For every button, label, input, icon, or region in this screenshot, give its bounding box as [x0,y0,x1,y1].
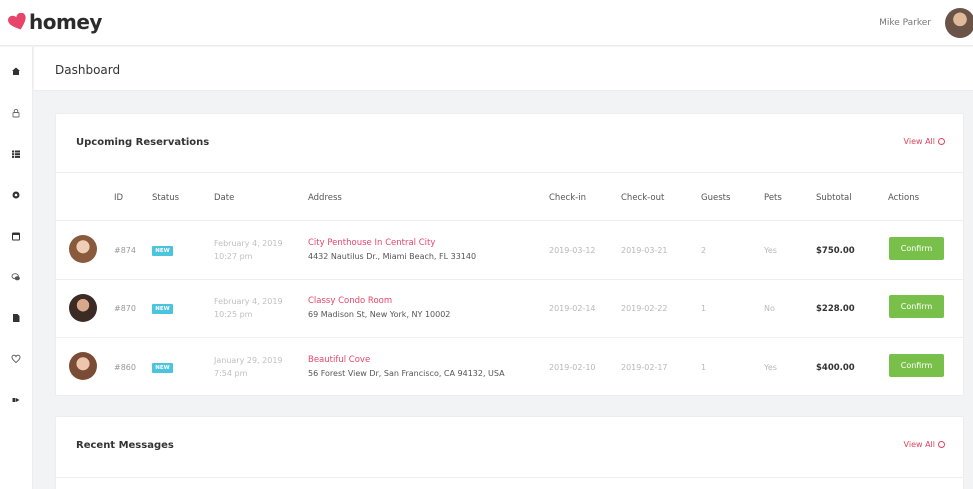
messages-view-all-link[interactable]: View All [904,440,945,449]
col-header-id: ID [114,193,124,203]
status-badge: NEW [152,304,173,314]
subtotal-value: $750.00 [816,246,855,256]
reservation-id: #870 [114,304,136,313]
date-line: February 4, 2019 [214,297,283,306]
col-header-checkout: Check-out [621,193,665,203]
address-line: 56 Forest View Dr, San Francisco, CA 941… [308,369,505,378]
reservation-date: February 4, 2019 10:25 pm [214,295,283,321]
col-header-actions: Actions [888,193,920,203]
heart-logo-icon [8,13,26,30]
list-icon [12,150,20,158]
reservation-address: City Penthouse In Central City 4432 Naut… [308,236,476,264]
reservations-title: Upcoming Reservations [76,137,210,148]
sidebar-item-home[interactable] [8,63,24,79]
time-line: 10:27 pm [214,252,253,261]
col-header-status: Status [152,193,180,203]
pets-value: No [764,304,775,313]
date-line: February 4, 2019 [214,239,283,248]
address-line: 4432 Nautilus Dr., Miami Beach, FL 33140 [308,252,477,261]
logout-icon [12,398,20,402]
calendar-icon [12,232,20,241]
checkin-date: 2019-02-10 [549,363,596,372]
checkout-date: 2019-02-22 [621,304,668,313]
table-row: #874 NEW February 4, 2019 10:27 pm City … [56,221,963,279]
sidebar-item-favorites[interactable] [8,351,24,367]
reservation-id: #874 [114,246,136,255]
col-header-subtotal: Subtotal [816,193,852,203]
reservation-id: #860 [114,363,136,372]
checkin-date: 2019-03-12 [549,246,596,255]
view-all-label: View All [903,440,935,449]
sidebar-item-calendar[interactable] [8,228,24,244]
user-menu[interactable]: Mike Parker [879,8,973,38]
col-header-checkin: Check-in [549,193,586,203]
guest-avatar [69,352,97,380]
messages-icon [11,273,20,281]
status-badge: NEW [152,363,173,373]
page-header: Dashboard [34,47,973,91]
status-badge: NEW [152,246,173,256]
guests-count: 2 [701,246,707,255]
logo-text: homey [29,10,102,34]
subtotal-value: $228.00 [816,304,855,314]
heart-icon [11,354,21,364]
messages-title: Recent Messages [76,440,174,451]
guest-avatar [69,294,97,322]
sidebar-item-list[interactable] [8,146,24,162]
col-header-guests: Guests [701,193,731,203]
col-header-pets: Pets [764,193,782,203]
confirm-button[interactable]: Confirm [889,295,944,318]
confirm-button[interactable]: Confirm [889,237,944,260]
logo[interactable]: homey [8,10,102,34]
time-line: 7:54 pm [214,369,248,378]
checkout-date: 2019-02-17 [621,363,668,372]
listing-link[interactable]: Beautiful Cove [308,353,505,367]
checkin-date: 2019-02-14 [549,304,596,313]
col-header-address: Address [308,193,342,203]
listing-link[interactable]: City Penthouse In Central City [308,236,476,250]
subtotal-value: $400.00 [816,363,855,373]
pets-value: Yes [764,246,777,255]
pets-value: Yes [764,363,777,372]
arrow-circle-icon [938,138,945,145]
col-header-date: Date [214,193,235,203]
reservation-address: Beautiful Cove 56 Forest View Dr, San Fr… [308,353,505,381]
document-icon [13,314,20,322]
reservation-date: February 4, 2019 10:27 pm [214,237,283,263]
sidebar [0,47,33,489]
guests-count: 1 [701,363,707,372]
view-all-label: View All [903,137,935,146]
sidebar-item-documents[interactable] [8,310,24,326]
sidebar-item-settings[interactable] [8,187,24,203]
reservations-card: Upcoming Reservations View All ID Status… [55,113,964,396]
top-bar: homey Mike Parker [0,0,973,46]
messages-card: Recent Messages View All [55,416,964,489]
user-avatar[interactable] [945,8,973,38]
address-line: 69 Madison St, New York, NY 10002 [308,310,451,319]
lock-icon [12,108,20,118]
listing-link[interactable]: Classy Condo Room [308,294,450,308]
confirm-button[interactable]: Confirm [889,354,944,377]
sidebar-item-lock[interactable] [8,105,24,121]
sidebar-item-logout[interactable] [8,392,24,408]
guest-avatar [69,235,97,263]
sidebar-item-messages[interactable] [8,269,24,285]
reservation-date: January 29, 2019 7:54 pm [214,354,283,380]
checkout-date: 2019-03-21 [621,246,668,255]
settings-icon [12,191,20,199]
time-line: 10:25 pm [214,310,253,319]
home-icon [12,67,20,75]
table-row: #860 NEW January 29, 2019 7:54 pm Beauti… [56,338,963,396]
guests-count: 1 [701,304,707,313]
page-title: Dashboard [55,63,121,77]
divider [56,477,963,478]
arrow-circle-icon [938,441,945,448]
divider [56,172,963,173]
date-line: January 29, 2019 [214,356,283,365]
reservation-address: Classy Condo Room 69 Madison St, New Yor… [308,294,450,322]
user-name: Mike Parker [879,18,931,28]
reservations-view-all-link[interactable]: View All [904,137,945,146]
table-row: #870 NEW February 4, 2019 10:25 pm Class… [56,280,963,338]
